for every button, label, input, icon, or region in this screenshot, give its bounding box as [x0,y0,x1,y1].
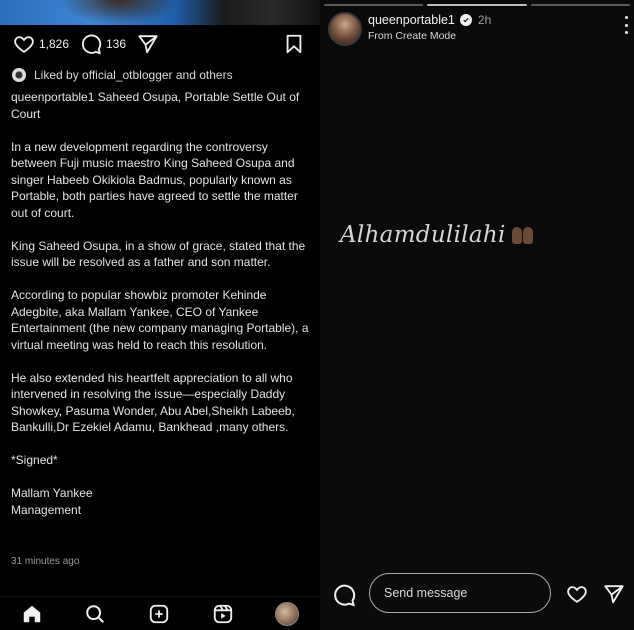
caption-paragraph: He also extended his heartfelt appreciat… [11,370,295,435]
caption-paragraph: King Saheed Osupa, in a show of grace, s… [11,238,306,270]
comment-icon [82,34,102,55]
story-time: 2h [477,13,492,27]
share-button[interactable] [137,33,159,55]
story-username[interactable]: queenportable1 [368,13,455,27]
signature-role: Management [11,502,82,517]
home-icon [23,605,41,623]
story-subtitle[interactable]: From Create Mode [368,30,456,42]
post-image[interactable] [0,0,320,25]
send-icon [604,585,624,604]
plus-square-icon [149,604,169,624]
nav-profile-avatar[interactable] [275,602,300,626]
liked-by[interactable]: Liked by official_otblogger and others [12,68,233,82]
story-text: Alhamdulilahi [340,222,506,248]
like-count[interactable]: 1,826 [39,37,69,51]
send-message-placeholder: Send message [384,586,468,600]
signature-name: Mallam Yankee [11,486,93,500]
caption-paragraph: *Signed* [11,453,58,467]
comment-count[interactable]: 136 [106,37,126,51]
post-timestamp: 31 minutes ago [11,556,80,567]
story-avatar[interactable] [328,12,362,46]
send-icon [138,35,158,54]
nav-home[interactable] [21,603,43,625]
progress-segment [324,4,424,6]
camera-button[interactable] [332,583,356,612]
progress-segment [530,4,630,6]
send-message-input[interactable]: Send message [369,573,551,613]
progress-segment [427,4,527,6]
story-header: queenportable1 2h From Create Mode [328,12,629,46]
nav-search[interactable] [84,603,106,625]
story-like-button[interactable] [566,583,588,610]
story-progress [324,4,630,6]
bookmark-icon [286,34,302,54]
post-actions: 1,826 136 [0,33,320,57]
heart-icon [14,36,34,53]
nav-reels[interactable] [212,603,234,625]
nav-create[interactable] [148,603,170,625]
bottom-nav [0,596,320,630]
praying-hands-icon [511,226,534,244]
verified-icon [459,14,472,26]
story-content[interactable]: queenportable1 2h From Create Mode Alham… [320,0,634,565]
liked-by-avatar-icon [12,68,26,82]
reels-icon [213,604,232,624]
story-user-row: queenportable1 2h [368,13,491,27]
search-icon [86,605,105,623]
heart-icon [567,586,587,603]
comment-icon [334,584,356,607]
caption-title: queenportable1 Saheed Osupa, Portable Se… [11,90,300,121]
story-text-row: Alhamdulilahi [340,222,534,248]
story-share-button[interactable] [603,583,625,610]
story-reply-bar: Send message [320,565,634,630]
story-panel: queenportable1 2h From Create Mode Alham… [320,0,634,630]
save-button[interactable] [283,33,305,55]
post-panel: 1,826 136 Liked by official_otblogger an… [0,0,320,630]
post-caption: queenportable1 Saheed Osupa, Portable Se… [11,89,311,518]
like-button[interactable]: 1,826 [13,33,69,55]
comment-button[interactable]: 136 [80,33,126,55]
caption-paragraph: According to popular showbiz promoter Ke… [11,288,309,352]
more-options-icon[interactable] [623,16,629,34]
liked-by-text: Liked by official_otblogger and others [34,68,233,82]
caption-paragraph: In a new development regarding the contr… [11,139,298,220]
